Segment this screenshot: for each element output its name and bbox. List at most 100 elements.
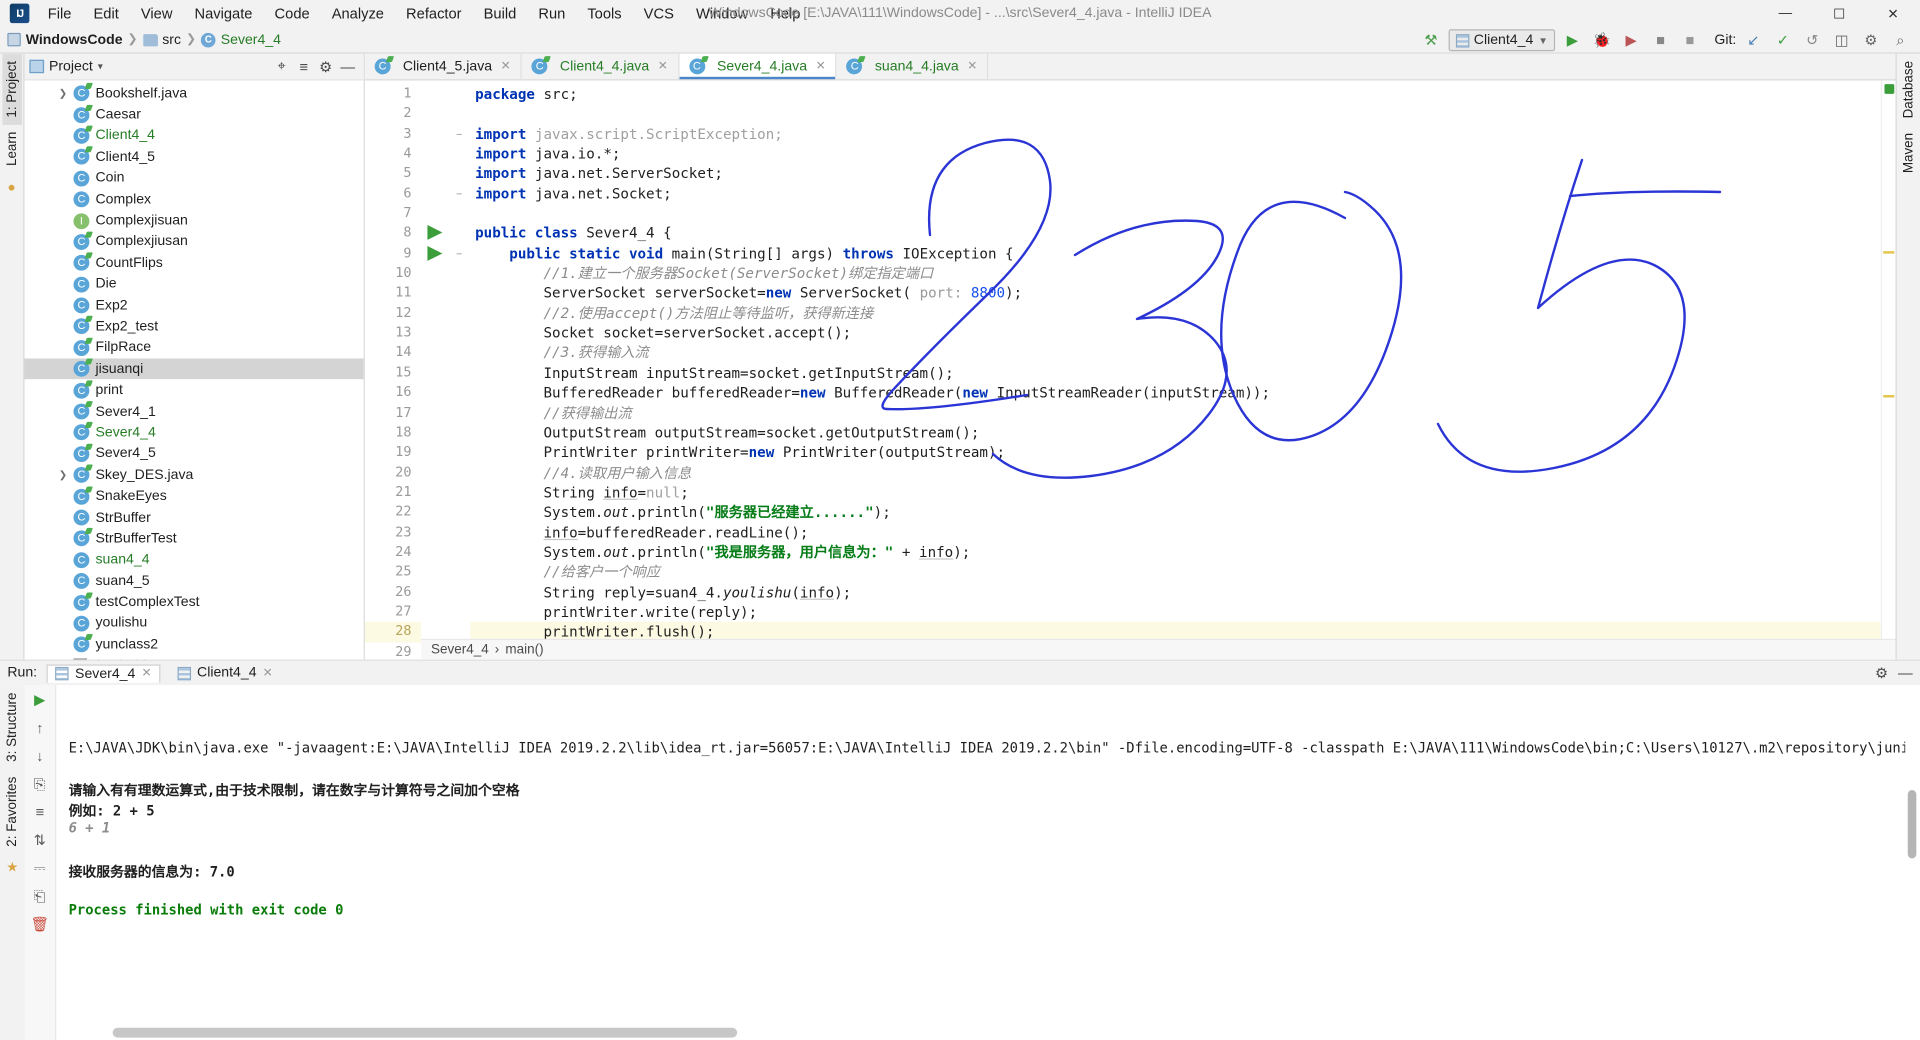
- code-line[interactable]: //4.读取用户输入信息: [470, 463, 1881, 483]
- tree-item[interactable]: C Client4_4: [24, 125, 363, 146]
- error-stripe-scrollbar[interactable]: [1880, 80, 1896, 660]
- panel-hide-icon[interactable]: —: [337, 55, 359, 77]
- tree-item[interactable]: C Exp2: [24, 295, 363, 316]
- run-icon[interactable]: ▶: [1560, 29, 1584, 51]
- code-line[interactable]: //给客户一个响应: [470, 562, 1881, 582]
- code-folding-gutter[interactable]: − − −: [448, 80, 471, 660]
- close-icon[interactable]: ✕: [263, 666, 273, 679]
- sidebar-item-project[interactable]: 1: Project: [1, 53, 22, 125]
- menu-item-run[interactable]: Run: [527, 2, 576, 24]
- editor-tab[interactable]: C Sever4_4.java ✕: [679, 53, 837, 80]
- code-line[interactable]: import java.io.*;: [470, 144, 1881, 164]
- tree-item[interactable]: C SnakeEyes: [24, 486, 363, 507]
- tree-item[interactable]: Cprint: [24, 380, 363, 401]
- tree-item[interactable]: C Coin: [24, 168, 363, 189]
- editor-tab-strip[interactable]: C Client4_5.java ✕ C Client4_4.java ✕ C Sever4_…: [364, 53, 1896, 81]
- breadcrumb-method[interactable]: main(): [505, 643, 543, 658]
- code-line[interactable]: import java.net.ServerSocket;: [470, 164, 1881, 184]
- code-line[interactable]: String info=null;: [470, 483, 1881, 503]
- panel-settings-icon[interactable]: ⚙: [315, 55, 337, 77]
- code-line[interactable]: OutputStream outputStream=socket.getOutp…: [470, 423, 1881, 443]
- code-line[interactable]: import javax.script.ScriptException;: [470, 124, 1881, 144]
- breadcrumb-class[interactable]: Sever4_4: [431, 643, 489, 658]
- menu-item-build[interactable]: Build: [473, 2, 528, 24]
- sidebar-item-database[interactable]: Database: [1899, 54, 1919, 126]
- sidebar-item-maven[interactable]: Maven: [1899, 126, 1919, 181]
- menu-item-tools[interactable]: Tools: [576, 2, 632, 24]
- console-tool-icon[interactable]: ▶: [29, 690, 51, 710]
- project-panel-title-group[interactable]: Project ▾: [29, 59, 103, 74]
- code-line[interactable]: Socket socket=serverSocket.accept();: [470, 323, 1881, 343]
- tree-item[interactable]: I Complexjisuan: [24, 210, 363, 231]
- code-line[interactable]: //2.使用accept()方法阻止等待监听，获得新连接: [470, 303, 1881, 323]
- menu-item-refactor[interactable]: Refactor: [395, 2, 473, 24]
- console-tool-icon[interactable]: ↑: [29, 718, 51, 738]
- tree-item[interactable]: C Complexjiusan: [24, 231, 363, 252]
- tree-item[interactable]: C Sever4_5: [24, 443, 363, 464]
- close-icon[interactable]: ✕: [141, 667, 151, 680]
- run-gutter-icon[interactable]: ▶: [421, 243, 448, 264]
- tree-item[interactable]: C Exp2_test: [24, 316, 363, 337]
- maximize-button[interactable]: ☐: [1812, 0, 1866, 27]
- close-button[interactable]: ✕: [1866, 0, 1920, 27]
- menu-item-view[interactable]: View: [130, 2, 184, 24]
- run-tab-client4-4[interactable]: Client4_4 ✕: [170, 664, 280, 681]
- update-project-icon[interactable]: ↙: [1741, 29, 1765, 51]
- debug-icon[interactable]: 🐞: [1590, 29, 1614, 51]
- tree-item[interactable]: Cyoulishu: [24, 613, 363, 634]
- code-line[interactable]: public class Sever4_4 {: [470, 224, 1881, 244]
- console-tool-icon[interactable]: ⎗: [29, 886, 51, 906]
- run-gutter-icon[interactable]: ▶: [421, 223, 448, 244]
- settings-icon[interactable]: ⚙: [1859, 29, 1883, 51]
- tree-item[interactable]: C Die: [24, 274, 363, 295]
- code-line[interactable]: [470, 104, 1881, 124]
- tree-item[interactable]: ❯ C Bookshelf.java: [24, 83, 363, 104]
- minimize-button[interactable]: —: [1758, 0, 1812, 27]
- tree-item[interactable]: Cjisuanqi: [24, 358, 364, 380]
- run-console-toolbar[interactable]: ▶ ↑ ↓ ⎘ ≡ ⇅ ⎓ ⎗ 🗑: [24, 685, 57, 1040]
- menu-item-analyze[interactable]: Analyze: [321, 2, 395, 24]
- code-line[interactable]: package src;: [470, 84, 1881, 104]
- code-line[interactable]: //1.建立一个服务器Socket(ServerSocket)绑定指定端口: [470, 263, 1881, 283]
- run-hide-icon[interactable]: —: [1898, 664, 1913, 681]
- tree-item[interactable]: C Client4_5: [24, 147, 363, 168]
- menu-item-help[interactable]: Help: [759, 2, 811, 24]
- breadcrumb-folder[interactable]: src: [162, 32, 181, 47]
- sidebar-item-favorites[interactable]: 2: Favorites: [2, 769, 22, 854]
- code-line[interactable]: System.out.println("我是服务器，用户信息为：" + info…: [470, 542, 1881, 562]
- code-line[interactable]: //3.获得输入流: [470, 343, 1881, 363]
- window-restore-icon[interactable]: ◫: [1829, 29, 1853, 51]
- stop-icon[interactable]: ■: [1678, 29, 1702, 51]
- run-settings-icon[interactable]: ⚙: [1875, 664, 1888, 681]
- tree-item[interactable]: C FilpRace: [24, 337, 363, 358]
- structure-bulb-icon[interactable]: ●: [8, 180, 16, 195]
- run-tab-sever4-4[interactable]: Sever4_4 ✕: [46, 663, 161, 683]
- scroll-from-source-icon[interactable]: ⌖: [271, 55, 293, 77]
- favorites-star-icon[interactable]: ★: [6, 860, 18, 876]
- tree-item[interactable]: Csuan4_4: [24, 549, 363, 570]
- build-hammer-icon[interactable]: ⚒: [1419, 29, 1443, 51]
- fold-toggle-icon[interactable]: −: [448, 244, 470, 264]
- source-code[interactable]: package src; import javax.script.ScriptE…: [470, 80, 1881, 660]
- tree-item[interactable]: Cyunclass2: [24, 634, 363, 655]
- tree-item[interactable]: C Sever4_1: [24, 401, 363, 422]
- tree-item[interactable]: C StrBuffer: [24, 507, 363, 528]
- console-tool-icon[interactable]: 🗑: [29, 914, 51, 934]
- console-tool-icon[interactable]: ⎘: [29, 774, 51, 794]
- console-tool-icon[interactable]: ≡: [29, 802, 51, 822]
- code-line[interactable]: info=bufferedReader.readLine();: [470, 523, 1881, 543]
- breadcrumb-project[interactable]: WindowsCode: [26, 32, 123, 47]
- menu-item-edit[interactable]: Edit: [82, 2, 129, 24]
- chevron-right-icon[interactable]: ❯: [59, 470, 67, 481]
- run-with-coverage-icon[interactable]: ▶: [1619, 29, 1643, 51]
- tree-item[interactable]: .bash_history: [24, 655, 363, 660]
- tree-item[interactable]: C Caesar: [24, 104, 363, 125]
- code-line[interactable]: [470, 204, 1881, 224]
- editor-tab[interactable]: C Client4_5.java ✕: [365, 53, 522, 80]
- console-horizontal-scrollbar[interactable]: [112, 1027, 738, 1038]
- search-icon[interactable]: ⌕: [1888, 29, 1912, 51]
- profiler-icon[interactable]: ■: [1648, 29, 1672, 51]
- fold-toggle-icon[interactable]: −: [448, 124, 470, 144]
- code-line[interactable]: InputStream inputStream=socket.getInputS…: [470, 363, 1881, 383]
- console-vertical-scrollbar[interactable]: [1907, 790, 1917, 859]
